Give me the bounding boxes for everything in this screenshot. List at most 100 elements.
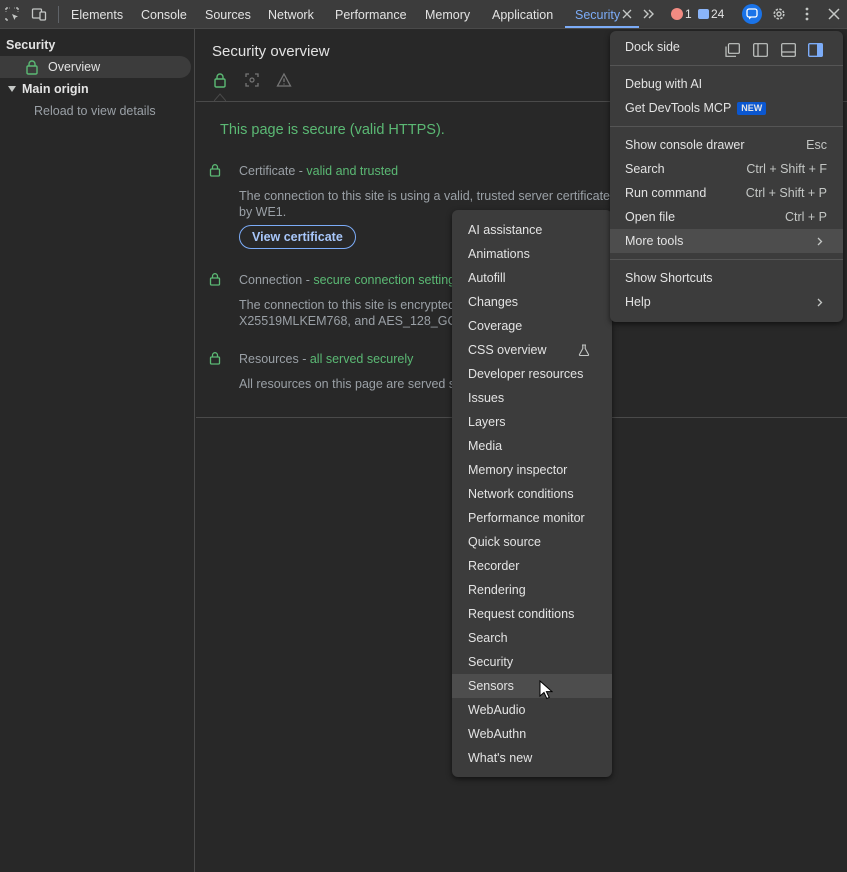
menu-item-network-conditions[interactable]: Network conditions: [452, 482, 612, 506]
menu-item-search[interactable]: Search Ctrl + Shift + F: [610, 157, 843, 181]
tab-performance[interactable]: Performance: [335, 0, 407, 29]
menu-item-autofill[interactable]: Autofill: [452, 266, 612, 290]
security-sidebar: Security Overview Main origin Reload to …: [0, 29, 195, 872]
close-devtools-icon[interactable]: [826, 6, 842, 22]
message-icon[interactable]: [698, 9, 709, 19]
menu-item-memory-inspector[interactable]: Memory inspector: [452, 458, 612, 482]
reload-hint: Reload to view details: [34, 104, 156, 118]
error-icon[interactable]: [671, 8, 683, 20]
main-origin-label: Main origin: [22, 82, 89, 96]
menu-item-search[interactable]: Search: [452, 626, 612, 650]
menu-item-quick-source[interactable]: Quick source: [452, 530, 612, 554]
dock-left-icon[interactable]: [753, 43, 768, 57]
menu-item-show-console-drawer[interactable]: Show console drawer Esc: [610, 133, 843, 157]
ai-assistant-button[interactable]: [742, 4, 762, 24]
sidebar-main-origin[interactable]: Main origin: [8, 82, 89, 96]
toolbar-separator: [58, 6, 59, 23]
undock-icon[interactable]: [725, 43, 740, 57]
chevron-right-icon: [817, 237, 823, 246]
tab-elements[interactable]: Elements: [71, 0, 123, 29]
sidebar-item-label: Overview: [48, 60, 101, 74]
inspect-element-icon[interactable]: [4, 6, 20, 22]
connection-label: Connection -: [239, 273, 314, 287]
menu-item-more-tools[interactable]: More tools: [610, 229, 843, 253]
resources-title: Resources - all served securely: [239, 352, 413, 366]
info-filter-icon[interactable]: [244, 72, 260, 88]
menu-item-label: Help: [625, 295, 651, 309]
menu-item-webauthn[interactable]: WebAuthn: [452, 722, 612, 746]
connection-title: Connection - secure connection settings: [239, 273, 461, 287]
menu-item-animations[interactable]: Animations: [452, 242, 612, 266]
menu-item-label: CSS overview: [468, 343, 547, 357]
menu-item-changes[interactable]: Changes: [452, 290, 612, 314]
shortcut-label: Ctrl + P: [784, 210, 827, 224]
connection-status: secure connection settings: [313, 273, 462, 287]
menu-item-recorder[interactable]: Recorder: [452, 554, 612, 578]
menu-item-sensors[interactable]: Sensors: [452, 674, 612, 698]
menu-item-label: Show console drawer: [625, 138, 745, 152]
error-count[interactable]: 1: [685, 7, 692, 22]
ai-chat-icon: [746, 8, 758, 20]
message-count[interactable]: 24: [711, 7, 724, 22]
dock-side-label: Dock side: [625, 40, 680, 54]
certificate-desc-line1: The connection to this site is using a v…: [239, 189, 629, 203]
menu-item-rendering[interactable]: Rendering: [452, 578, 612, 602]
dock-bottom-icon[interactable]: [781, 43, 796, 57]
sidebar-item-overview[interactable]: Overview: [0, 56, 191, 78]
menu-item-show-shortcuts[interactable]: Show Shortcuts: [610, 266, 843, 290]
tab-sources[interactable]: Sources: [205, 0, 251, 29]
shortcut-label: Ctrl + Shift + P: [745, 186, 827, 200]
experiment-flask-icon: [578, 344, 590, 356]
active-tab-indicator: [565, 26, 639, 28]
kebab-menu-icon[interactable]: [799, 6, 815, 22]
tab-console[interactable]: Console: [141, 0, 187, 29]
connection-lock-icon: [209, 273, 221, 286]
menu-item-css-overview[interactable]: CSS overview: [452, 338, 612, 362]
menu-item-run-command[interactable]: Run command Ctrl + Shift + P: [610, 181, 843, 205]
expand-arrow-icon[interactable]: [8, 86, 16, 92]
new-badge: NEW: [737, 102, 767, 115]
menu-item-media[interactable]: Media: [452, 434, 612, 458]
devtools-toolbar: Elements Console Sources Network Perform…: [0, 0, 847, 29]
menu-item-label: Get DevTools MCP: [625, 101, 732, 115]
view-certificate-button[interactable]: View certificate: [239, 225, 356, 249]
menu-item-developer-resources[interactable]: Developer resources: [452, 362, 612, 386]
menu-item-open-file[interactable]: Open file Ctrl + P: [610, 205, 843, 229]
shortcut-label: Ctrl + Shift + F: [746, 162, 827, 176]
more-tools-submenu: AI assistance Animations Autofill Change…: [452, 210, 612, 777]
tab-application[interactable]: Application: [492, 0, 553, 29]
dock-right-icon[interactable]: [808, 43, 823, 57]
certificate-lock-icon: [209, 164, 221, 177]
tab-network[interactable]: Network: [268, 0, 314, 29]
menu-item-label: Run command: [625, 186, 707, 200]
more-tabs-icon[interactable]: [641, 6, 657, 22]
lock-filter-icon[interactable]: [212, 72, 228, 88]
menu-item-get-devtools-mcp[interactable]: Get DevTools MCP NEW: [610, 96, 843, 120]
certificate-label: Certificate -: [239, 164, 307, 178]
menu-item-whats-new[interactable]: What's new: [452, 746, 612, 770]
menu-item-issues[interactable]: Issues: [452, 386, 612, 410]
sidebar-title: Security: [6, 38, 56, 52]
settings-gear-icon[interactable]: [771, 6, 787, 22]
close-tab-icon[interactable]: [621, 8, 633, 20]
menu-item-debug-with-ai[interactable]: Debug with AI: [610, 72, 843, 96]
shortcut-label: Esc: [806, 138, 827, 152]
certificate-title: Certificate - valid and trusted: [239, 164, 398, 178]
menu-item-request-conditions[interactable]: Request conditions: [452, 602, 612, 626]
connection-desc-line2: X25519MLKEM768, and AES_128_GCM.: [239, 314, 471, 328]
resources-label: Resources -: [239, 352, 310, 366]
menu-item-help[interactable]: Help: [610, 290, 843, 314]
menu-item-coverage[interactable]: Coverage: [452, 314, 612, 338]
menu-separator: [610, 65, 843, 66]
menu-item-webaudio[interactable]: WebAudio: [452, 698, 612, 722]
tab-memory[interactable]: Memory: [425, 0, 470, 29]
menu-item-security[interactable]: Security: [452, 650, 612, 674]
menu-item-performance-monitor[interactable]: Performance monitor: [452, 506, 612, 530]
menu-item-ai-assistance[interactable]: AI assistance: [452, 218, 612, 242]
warning-filter-icon[interactable]: [276, 72, 292, 88]
mouse-cursor-icon: [539, 680, 553, 700]
device-toolbar-icon[interactable]: [31, 6, 47, 22]
menu-item-layers[interactable]: Layers: [452, 410, 612, 434]
page-title: Security overview: [212, 43, 330, 60]
tab-security[interactable]: Security: [575, 0, 620, 29]
